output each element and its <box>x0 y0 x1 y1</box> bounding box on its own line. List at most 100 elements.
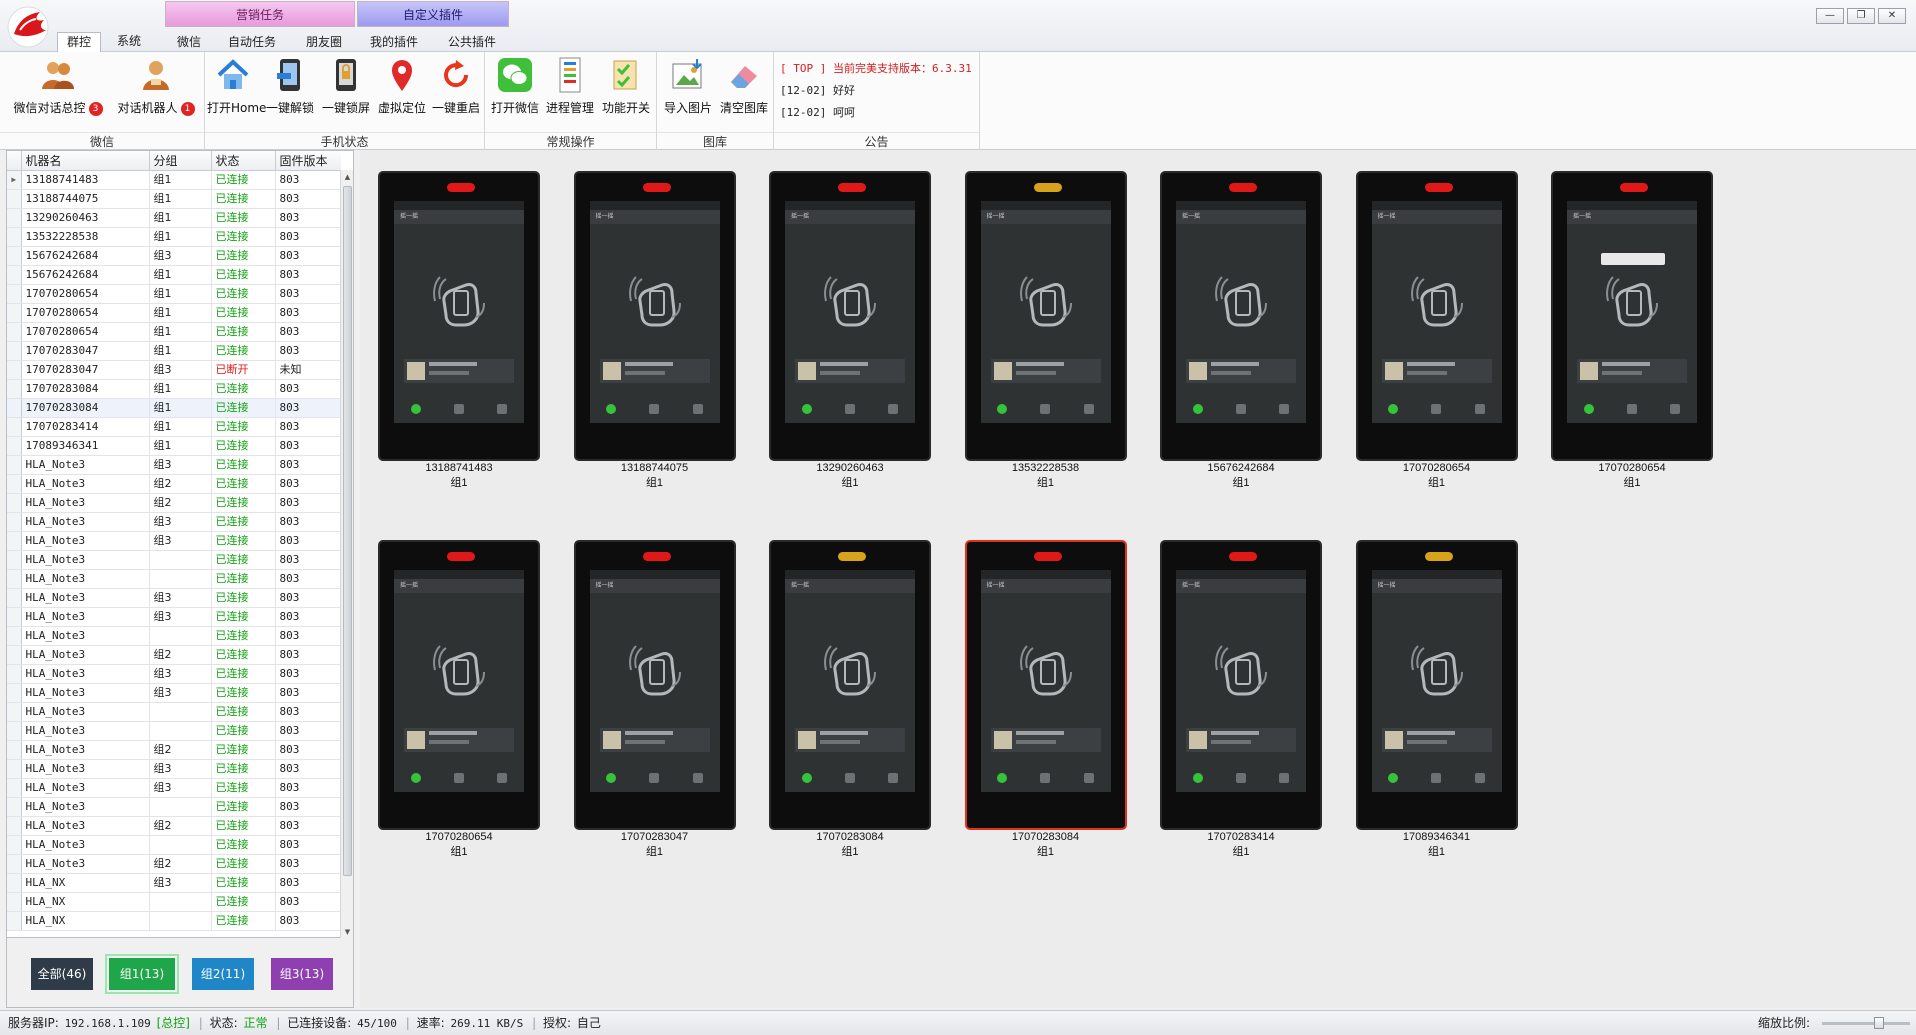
one-key-unlock-button[interactable]: 一键解锁 <box>263 56 317 116</box>
table-row[interactable]: HLA_Note3 组3 已连接 803 <box>7 683 341 703</box>
table-row[interactable]: HLA_Note3 组3 已连接 803 <box>7 664 341 684</box>
notice-line-top[interactable]: [ TOP ] 当前完美支持版本：6.3.31 <box>780 58 982 80</box>
row-selector[interactable] <box>7 512 22 532</box>
scrollbar-thumb[interactable] <box>343 186 352 876</box>
filter-group1-button[interactable]: 组1(13) <box>105 954 179 994</box>
phone-screen-preview[interactable]: 摇一摇 <box>964 540 1127 830</box>
phone-screen-preview[interactable]: 摇一摇 <box>1551 171 1713 461</box>
device-tile[interactable]: 摇一摇 17070283047 组1 <box>571 540 739 860</box>
table-row[interactable]: HLA_Note3 组2 已连接 803 <box>7 740 341 760</box>
table-row[interactable]: 17070280654 组1 已连接 803 <box>7 284 341 304</box>
wechat-chat-control-button[interactable]: 微信对话总控 3 <box>8 56 108 116</box>
zoom-slider-thumb[interactable] <box>1874 1016 1884 1029</box>
open-wechat-button[interactable]: 打开微信 <box>489 56 541 116</box>
row-selector[interactable] <box>7 683 22 703</box>
import-image-button[interactable]: 导入图片 <box>661 56 715 116</box>
device-tile[interactable]: 摇一摇 17070283414 组1 <box>1157 540 1325 860</box>
device-tile[interactable]: 摇一摇 13290260463 组1 <box>766 171 934 491</box>
row-selector[interactable] <box>7 189 22 209</box>
row-selector[interactable] <box>7 854 22 874</box>
table-row[interactable]: HLA_Note3 组3 已连接 803 <box>7 512 341 532</box>
row-selector[interactable] <box>7 607 22 627</box>
row-selector[interactable] <box>7 436 22 456</box>
table-row[interactable]: 13532228538 组1 已连接 803 <box>7 227 341 247</box>
row-selector[interactable] <box>7 284 22 304</box>
row-selector[interactable] <box>7 322 22 342</box>
table-row[interactable]: ▶ 13188741483 组1 已连接 803 <box>7 170 341 190</box>
tab-moments[interactable]: 朋友圈 <box>298 33 350 52</box>
row-selector[interactable] <box>7 759 22 779</box>
table-row[interactable]: 17070280654 组1 已连接 803 <box>7 303 341 323</box>
row-selector[interactable] <box>7 417 22 437</box>
table-row[interactable]: HLA_Note3 组2 已连接 803 <box>7 854 341 874</box>
table-row[interactable]: 17070283047 组1 已连接 803 <box>7 341 341 361</box>
table-row[interactable]: HLA_NX 已连接 803 <box>7 911 341 931</box>
row-selector[interactable] <box>7 265 22 285</box>
column-header-firmware[interactable]: 固件版本 <box>275 151 341 171</box>
row-selector[interactable] <box>7 873 22 893</box>
table-row[interactable]: HLA_NX 已连接 803 <box>7 892 341 912</box>
close-button[interactable]: ✕ <box>1878 8 1906 24</box>
chat-robot-button[interactable]: 对话机器人 1 <box>112 56 200 116</box>
table-row[interactable]: HLA_Note3 已连接 803 <box>7 721 341 741</box>
tab-control[interactable]: 群控 <box>57 32 101 53</box>
column-header-machine-name[interactable]: 机器名 <box>21 151 150 171</box>
tab-my-plugins[interactable]: 我的插件 <box>362 33 426 52</box>
device-tile[interactable]: 摇一摇 17070280654 组1 <box>375 540 543 860</box>
table-row[interactable]: HLA_Note3 组3 已连接 803 <box>7 588 341 608</box>
notice-line[interactable]: [12-02] 呵呵 <box>780 102 982 124</box>
device-tile[interactable]: 摇一摇 13532228538 组1 <box>962 171 1130 491</box>
table-row[interactable]: HLA_Note3 组2 已连接 803 <box>7 816 341 836</box>
row-selector[interactable] <box>7 550 22 570</box>
row-selector[interactable] <box>7 778 22 798</box>
table-row[interactable]: 15676242684 组1 已连接 803 <box>7 265 341 285</box>
table-row[interactable]: HLA_Note3 已连接 803 <box>7 626 341 646</box>
table-scrollbar[interactable]: ▲ ▼ <box>340 170 353 939</box>
tab-system[interactable]: 系统 <box>109 32 149 52</box>
one-key-lock-button[interactable]: 一键锁屏 <box>319 56 373 116</box>
tab-wechat[interactable]: 微信 <box>168 33 210 52</box>
table-row[interactable]: 17070283084 组1 已连接 803 <box>7 398 341 418</box>
row-selector[interactable] <box>7 303 22 323</box>
row-selector[interactable] <box>7 227 22 247</box>
scroll-down-icon[interactable]: ▼ <box>341 925 354 939</box>
filter-group3-button[interactable]: 组3(13) <box>271 958 333 990</box>
notice-line[interactable]: [12-02] 好好 <box>780 80 982 102</box>
device-tile[interactable]: 摇一摇 17070280654 组1 <box>1353 171 1521 491</box>
device-tile[interactable]: 摇一摇 17070283084 组1 <box>766 540 934 860</box>
table-row[interactable]: 17089346341 组1 已连接 803 <box>7 436 341 456</box>
row-selector[interactable] <box>7 531 22 551</box>
table-row[interactable]: HLA_Note3 组3 已连接 803 <box>7 607 341 627</box>
table-row[interactable]: HLA_Note3 组3 已连接 803 <box>7 531 341 551</box>
table-row[interactable]: HLA_Note3 已连接 803 <box>7 702 341 722</box>
table-row[interactable]: HLA_Note3 已连接 803 <box>7 835 341 855</box>
phone-screen-preview[interactable]: 摇一摇 <box>378 540 540 830</box>
tab-public-plugins[interactable]: 公共插件 <box>440 33 504 52</box>
scroll-up-icon[interactable]: ▲ <box>341 170 354 184</box>
device-tile[interactable]: 摇一摇 13188741483 组1 <box>375 171 543 491</box>
phone-screen-preview[interactable]: 摇一摇 <box>769 171 931 461</box>
table-row[interactable]: 13188744075 组1 已连接 803 <box>7 189 341 209</box>
table-row[interactable]: HLA_Note3 组2 已连接 803 <box>7 474 341 494</box>
row-selector[interactable] <box>7 569 22 589</box>
row-selector[interactable] <box>7 360 22 380</box>
table-row[interactable]: HLA_NX 组3 已连接 803 <box>7 873 341 893</box>
table-row[interactable]: 17070283047 组3 已断开 未知 <box>7 360 341 380</box>
table-row[interactable]: HLA_Note3 组2 已连接 803 <box>7 645 341 665</box>
table-row[interactable]: HLA_Note3 已连接 803 <box>7 569 341 589</box>
phone-screen-preview[interactable]: 摇一摇 <box>964 171 1127 461</box>
row-selector[interactable] <box>7 455 22 475</box>
restore-button[interactable]: ❐ <box>1847 8 1875 24</box>
table-row[interactable]: HLA_Note3 已连接 803 <box>7 550 341 570</box>
row-selector[interactable] <box>7 645 22 665</box>
zoom-slider[interactable] <box>1822 1016 1910 1029</box>
row-selector[interactable] <box>7 721 22 741</box>
minimize-button[interactable]: — <box>1816 8 1844 24</box>
row-selector[interactable] <box>7 835 22 855</box>
device-tile[interactable]: 摇一摇 13188744075 组1 <box>571 171 739 491</box>
phone-screen-preview[interactable]: 摇一摇 <box>378 171 540 461</box>
row-selector[interactable] <box>7 379 22 399</box>
table-row[interactable]: 17070280654 组1 已连接 803 <box>7 322 341 342</box>
table-row[interactable]: HLA_Note3 组3 已连接 803 <box>7 455 341 475</box>
row-selector[interactable] <box>7 740 22 760</box>
